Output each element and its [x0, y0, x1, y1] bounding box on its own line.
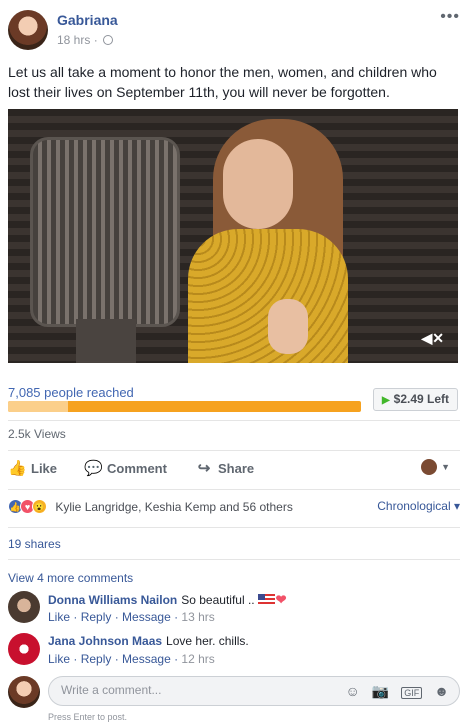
meta-separator: · [93, 33, 98, 47]
comment-actions: Like · Reply · Message · 13 hrs [48, 610, 215, 624]
shares-link[interactable]: 19 shares [8, 537, 61, 551]
us-flag-emoji [257, 594, 275, 605]
comment-body: Jana Johnson Maas Love her. chills. [48, 634, 249, 648]
mute-icon[interactable]: ◀✕ [422, 330, 445, 347]
like-label: Like [31, 461, 58, 476]
post-time[interactable]: 18 hrs [57, 33, 90, 47]
composer-icons: ☺ 📷 GIF ☻ [334, 683, 449, 700]
comment-body: Donna Williams Nailon So beautiful .. ❤ [48, 592, 287, 608]
heart-emoji: ❤ [275, 592, 287, 607]
boost-button[interactable]: ▶ $2.49 Left [373, 388, 458, 411]
comment-actions: Like · Reply · Message · 12 hrs [48, 652, 215, 666]
reach-link[interactable]: 7,085 people reached [8, 385, 134, 400]
play-icon: ▶ [381, 395, 390, 406]
commenter-name[interactable]: Donna Williams Nailon [48, 593, 177, 607]
globe-icon[interactable] [103, 35, 114, 45]
comment-button[interactable]: 💬 Comment [84, 459, 167, 477]
comment-reply-link[interactable]: Reply [81, 610, 112, 624]
action-bar: 👍 Like 💬 Comment ↪ Share ▼ [8, 459, 460, 481]
sticker-icon[interactable]: ☻ [434, 683, 449, 699]
mic-stand [76, 319, 136, 363]
like-icon: 👍 [8, 460, 27, 477]
views-count: 2.5k Views [8, 427, 66, 441]
video-player[interactable]: ◀✕ [8, 109, 458, 363]
emoji-icon[interactable]: ☺ [346, 683, 360, 699]
more-options-icon[interactable]: ••• [440, 8, 460, 26]
composer-hint: Press Enter to post. [48, 712, 128, 722]
divider [8, 450, 460, 451]
comment-message-link[interactable]: Message [122, 652, 171, 666]
post-text: Let us all take a moment to honor the me… [8, 64, 437, 100]
like-button[interactable]: 👍 Like [8, 459, 57, 477]
microphone-shield [30, 137, 180, 327]
camera-icon[interactable]: 📷 [372, 683, 389, 699]
reactions-row: 👍 ♥ 😮 Kylie Langridge, Keshia Kemp and 56 … [8, 499, 460, 515]
post-header: Gabriana 18 hrs · ••• [8, 8, 460, 54]
share-label: Share [218, 461, 255, 476]
gif-icon[interactable]: GIF [401, 687, 423, 699]
post-as-selector[interactable]: ▼ [421, 459, 450, 475]
post-meta: 18 hrs · [57, 33, 114, 47]
divider [8, 559, 460, 560]
divider [8, 489, 460, 490]
viewer-avatar [421, 459, 438, 475]
singer-face [223, 139, 293, 229]
comment-icon: 💬 [84, 460, 103, 477]
comment-reply-link[interactable]: Reply [81, 652, 112, 666]
comment-item: Jana Johnson Maas Love her. chills. Like … [8, 633, 460, 669]
comment-text: So beautiful .. [181, 593, 255, 607]
budget-progress-fill [8, 401, 68, 412]
comment-time[interactable]: 13 hrs [181, 610, 214, 624]
share-button[interactable]: ↪ Share [195, 459, 254, 477]
commenter-name[interactable]: Jana Johnson Maas [48, 634, 162, 648]
view-more-comments-link[interactable]: View 4 more comments [8, 571, 133, 585]
wow-reaction-icon[interactable]: 😮 [32, 499, 47, 515]
boost-label: $2.49 Left [393, 392, 450, 406]
commenter-avatar[interactable] [8, 591, 40, 623]
author-avatar[interactable] [8, 10, 48, 50]
singer-body [188, 229, 348, 363]
commenter-avatar[interactable] [8, 633, 40, 665]
comment-text: Love her. chills. [166, 634, 249, 648]
singer-hand [268, 299, 308, 354]
comment-message-link[interactable]: Message [122, 610, 171, 624]
divider [8, 527, 460, 528]
comment-input[interactable] [61, 683, 331, 697]
author-name[interactable]: Gabriana [57, 12, 118, 28]
comment-like-link[interactable]: Like [48, 610, 70, 624]
comment-composer: ☺ 📷 GIF ☻ [8, 676, 460, 708]
composer-avatar [8, 676, 40, 708]
comment-box[interactable]: ☺ 📷 GIF ☻ [48, 676, 460, 706]
caret-down-icon: ▾ [450, 499, 460, 513]
reaction-names[interactable]: Kylie Langridge, Keshia Kemp and 56 othe… [55, 500, 293, 514]
sort-label: Chronological [377, 499, 451, 513]
comment-item: Donna Williams Nailon So beautiful .. ❤ Li… [8, 591, 460, 627]
comment-sort-dropdown[interactable]: Chronological ▾ [377, 499, 460, 513]
comment-label: Comment [107, 461, 167, 476]
divider [8, 420, 460, 421]
chevron-down-icon: ▼ [441, 462, 450, 472]
share-icon: ↪ [197, 460, 211, 477]
budget-progress-bar [8, 401, 361, 412]
comment-like-link[interactable]: Like [48, 652, 70, 666]
comment-time[interactable]: 12 hrs [181, 652, 214, 666]
